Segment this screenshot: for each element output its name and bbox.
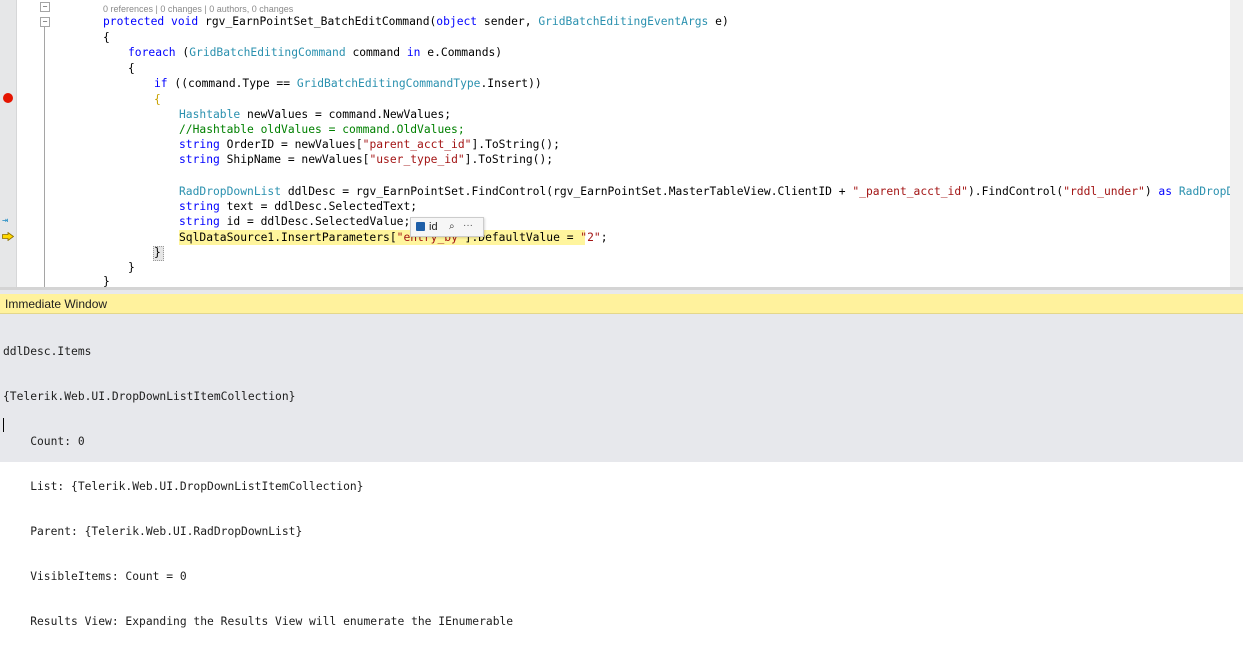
code-line-method: protected void rgv_EarnPointSet_BatchEdi…: [103, 14, 729, 29]
code-line-shipname: string ShipName = newValues["user_type_i…: [179, 152, 553, 167]
code-token: GridBatchEditingEventArgs: [538, 15, 709, 28]
glyph-margin[interactable]: [0, 0, 17, 287]
code-token: id = ddlDesc.SelectedValue;: [219, 215, 411, 228]
code-token: GridBatchEditingCommand: [189, 46, 346, 59]
code-token: string: [179, 200, 220, 213]
code-token: string: [179, 153, 220, 166]
code-token: sender,: [477, 15, 539, 28]
code-token: if: [154, 77, 168, 90]
immediate-line: Parent: {Telerik.Web.UI.RadDropDownList}: [3, 525, 303, 538]
code-token: text = ddlDesc.SelectedText;: [219, 200, 418, 213]
code-line-id: string id = ddlDesc.SelectedValue;: [179, 214, 410, 229]
code-line-if: if ((command.Type == GridBatchEditingCom…: [154, 76, 542, 91]
code-token: OrderID = newValues[: [219, 138, 363, 151]
code-token: foreach: [128, 46, 176, 59]
code-token: ((command.Type ==: [167, 77, 297, 90]
breakpoint-icon[interactable]: [3, 93, 13, 103]
code-token: as: [1158, 185, 1173, 198]
code-token: string: [179, 215, 220, 228]
editor-scrollbar[interactable]: [1230, 0, 1243, 287]
immediate-window[interactable]: Immediate Window ddlDesc.Items {Telerik.…: [0, 287, 1243, 628]
code-token: "2": [580, 231, 601, 244]
datatip[interactable]: id ⌕ ···: [410, 217, 484, 237]
code-editor[interactable]: ⇥ − − 0 references | 0 changes | 0 autho…: [0, 0, 1243, 287]
code-token: ;: [600, 231, 608, 244]
code-token: e.Commands): [420, 46, 503, 59]
code-token: ShipName = newValues[: [219, 153, 370, 166]
outlining-line: [44, 22, 45, 287]
collapse-toggle-icon[interactable]: −: [40, 17, 50, 27]
code-token: ).FindControl(: [967, 185, 1064, 198]
code-token: (: [175, 46, 190, 59]
code-token: "parent_acct_id": [362, 138, 472, 151]
collapse-toggle-icon[interactable]: −: [40, 2, 50, 12]
code-token: command: [345, 46, 407, 59]
code-token: GridBatchEditingCommandType: [296, 77, 481, 90]
code-line-orderid: string OrderID = newValues["parent_acct_…: [179, 137, 560, 152]
code-token: ].ToString();: [464, 153, 554, 166]
code-token: protected: [103, 15, 165, 28]
immediate-line: ddlDesc.Items: [3, 345, 92, 358]
immediate-window-title[interactable]: Immediate Window: [0, 294, 1243, 314]
code-token: "_parent_acct_id": [852, 185, 968, 198]
code-token: RadDropDownList: [179, 185, 282, 198]
code-token: .Insert)): [480, 77, 542, 90]
current-statement-arrow-icon[interactable]: [2, 232, 14, 241]
code-token: rgv_EarnPointSet_BatchEditCommand(: [198, 15, 437, 28]
code-token: "user_type_id": [369, 153, 465, 166]
code-line-text: string text = ddlDesc.SelectedText;: [179, 199, 417, 214]
code-line-dropdownlist: RadDropDownList ddlDesc = rgv_EarnPointS…: [179, 184, 1243, 199]
step-over-marker-icon: ⇥: [2, 215, 9, 226]
code-token: SqlDataSource1.InsertParameters[: [179, 231, 397, 244]
more-options-icon[interactable]: ···: [463, 217, 473, 235]
code-token: Hashtable: [179, 108, 241, 121]
magnifier-pin-icon[interactable]: ⌕: [449, 218, 455, 236]
code-token: e): [708, 15, 729, 28]
code-token: "rddl_under": [1063, 185, 1145, 198]
code-token: ): [1144, 185, 1159, 198]
immediate-line: List: {Telerik.Web.UI.DropDownListItemCo…: [3, 480, 364, 493]
code-token: ].ToString();: [471, 138, 560, 151]
code-token: void: [171, 15, 199, 28]
code-line-hashtable: Hashtable newValues = command.NewValues;: [179, 107, 451, 122]
code-token: in: [406, 46, 421, 59]
code-token: ddlDesc = rgv_EarnPointSet.FindControl(r…: [281, 185, 853, 198]
immediate-line: {Telerik.Web.UI.DropDownListItemCollecti…: [3, 390, 296, 403]
code-line-foreach: foreach (GridBatchEditingCommand command…: [128, 45, 502, 60]
immediate-line: Count: 0: [3, 435, 85, 448]
immediate-window-output[interactable]: ddlDesc.Items {Telerik.Web.UI.DropDownLi…: [3, 314, 513, 659]
variable-icon: [416, 222, 425, 231]
immediate-line: Results View: Expanding the Results View…: [3, 615, 514, 628]
immediate-line: VisibleItems: Count = 0: [3, 570, 187, 583]
code-token: object: [436, 15, 478, 28]
code-line-insertparameters: SqlDataSource1.InsertParameters["entry_b…: [179, 230, 608, 245]
text-caret: [3, 418, 4, 432]
code-token: newValues = command.NewValues;: [240, 108, 452, 121]
datatip-variable-name[interactable]: id: [429, 218, 438, 236]
code-token: string: [179, 138, 220, 151]
